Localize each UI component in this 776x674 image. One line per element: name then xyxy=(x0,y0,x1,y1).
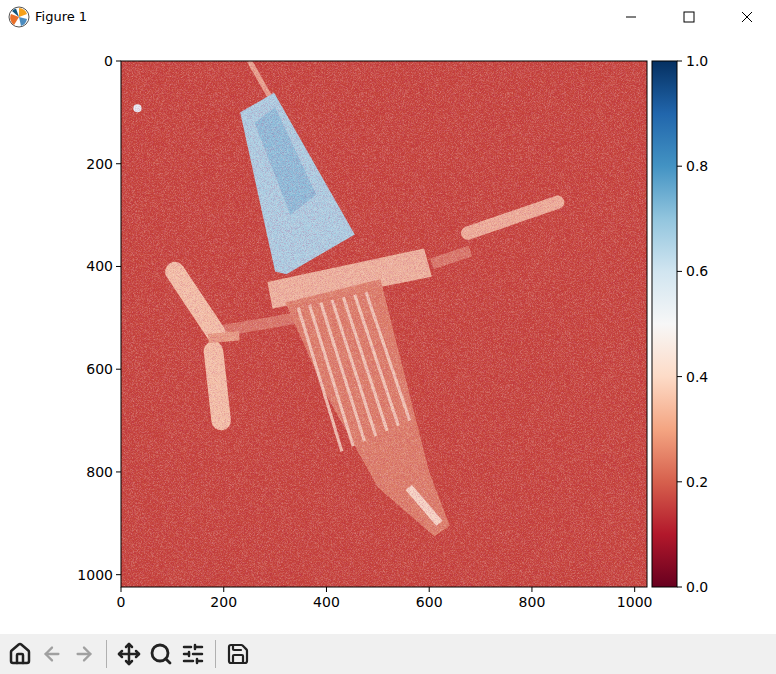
svg-text:1.0: 1.0 xyxy=(686,53,708,69)
svg-text:1000: 1000 xyxy=(77,567,113,583)
maximize-button[interactable] xyxy=(660,0,718,34)
toolbar xyxy=(0,634,776,674)
y-tick: 1000 xyxy=(77,567,121,583)
svg-text:0: 0 xyxy=(117,594,126,610)
colorbar xyxy=(652,61,677,587)
colorbar-tick: 0.2 xyxy=(677,474,708,490)
colorbar-tick: 0.8 xyxy=(677,158,708,174)
floppy-disk-icon xyxy=(226,642,250,666)
svg-text:0.2: 0.2 xyxy=(686,474,708,490)
y-tick: 400 xyxy=(86,258,121,274)
magnifier-icon xyxy=(149,642,173,666)
home-icon xyxy=(8,642,32,666)
y-tick: 600 xyxy=(86,361,121,377)
separator xyxy=(106,640,107,668)
svg-text:200: 200 xyxy=(86,156,113,172)
svg-text:800: 800 xyxy=(86,464,113,480)
svg-text:400: 400 xyxy=(313,594,340,610)
title-bar: Figure 1 xyxy=(0,0,776,34)
x-tick: 0 xyxy=(117,587,126,610)
back-button[interactable] xyxy=(37,639,67,669)
sar-image xyxy=(121,61,647,587)
close-icon xyxy=(741,11,753,23)
home-button[interactable] xyxy=(5,639,35,669)
move-icon xyxy=(117,642,141,666)
colorbar-tick: 0.4 xyxy=(677,369,708,385)
chart: 02004006008001000020040060080010000.00.2… xyxy=(0,34,776,634)
maximize-icon xyxy=(683,11,695,23)
separator xyxy=(215,640,216,668)
matplotlib-logo-icon xyxy=(8,6,30,28)
zoom-button[interactable] xyxy=(146,639,176,669)
minimize-button[interactable] xyxy=(602,0,660,34)
colorbar-tick: 0.6 xyxy=(677,263,708,279)
y-tick: 0 xyxy=(104,53,121,69)
svg-text:0.0: 0.0 xyxy=(686,579,708,595)
svg-text:600: 600 xyxy=(86,361,113,377)
figure-window: Figure 102004006008001000020040060080010… xyxy=(0,0,776,674)
colorbar-tick: 0.0 xyxy=(677,579,708,595)
svg-text:0.6: 0.6 xyxy=(686,263,708,279)
x-tick: 1000 xyxy=(617,587,653,610)
svg-text:0.8: 0.8 xyxy=(686,158,708,174)
x-tick: 400 xyxy=(313,587,340,610)
x-tick: 800 xyxy=(519,587,546,610)
x-tick: 600 xyxy=(416,587,443,610)
svg-text:0.4: 0.4 xyxy=(686,369,708,385)
sliders-icon xyxy=(181,642,205,666)
svg-text:800: 800 xyxy=(519,594,546,610)
back-arrow-icon xyxy=(41,643,63,665)
svg-text:600: 600 xyxy=(416,594,443,610)
x-tick: 200 xyxy=(210,587,237,610)
svg-text:200: 200 xyxy=(210,594,237,610)
svg-text:400: 400 xyxy=(86,258,113,274)
pan-button[interactable] xyxy=(114,639,144,669)
close-button[interactable] xyxy=(718,0,776,34)
svg-text:1000: 1000 xyxy=(617,594,653,610)
forward-arrow-icon xyxy=(73,643,95,665)
colorbar-tick: 1.0 xyxy=(677,53,708,69)
save-button[interactable] xyxy=(223,639,253,669)
minimize-icon xyxy=(625,11,637,23)
subplots-button[interactable] xyxy=(178,639,208,669)
figure-canvas: 02004006008001000020040060080010000.00.2… xyxy=(0,34,776,634)
y-tick: 800 xyxy=(86,464,121,480)
svg-text:0: 0 xyxy=(104,53,113,69)
y-tick: 200 xyxy=(86,156,121,172)
forward-button[interactable] xyxy=(69,639,99,669)
window-title: Figure 1 xyxy=(35,7,87,27)
